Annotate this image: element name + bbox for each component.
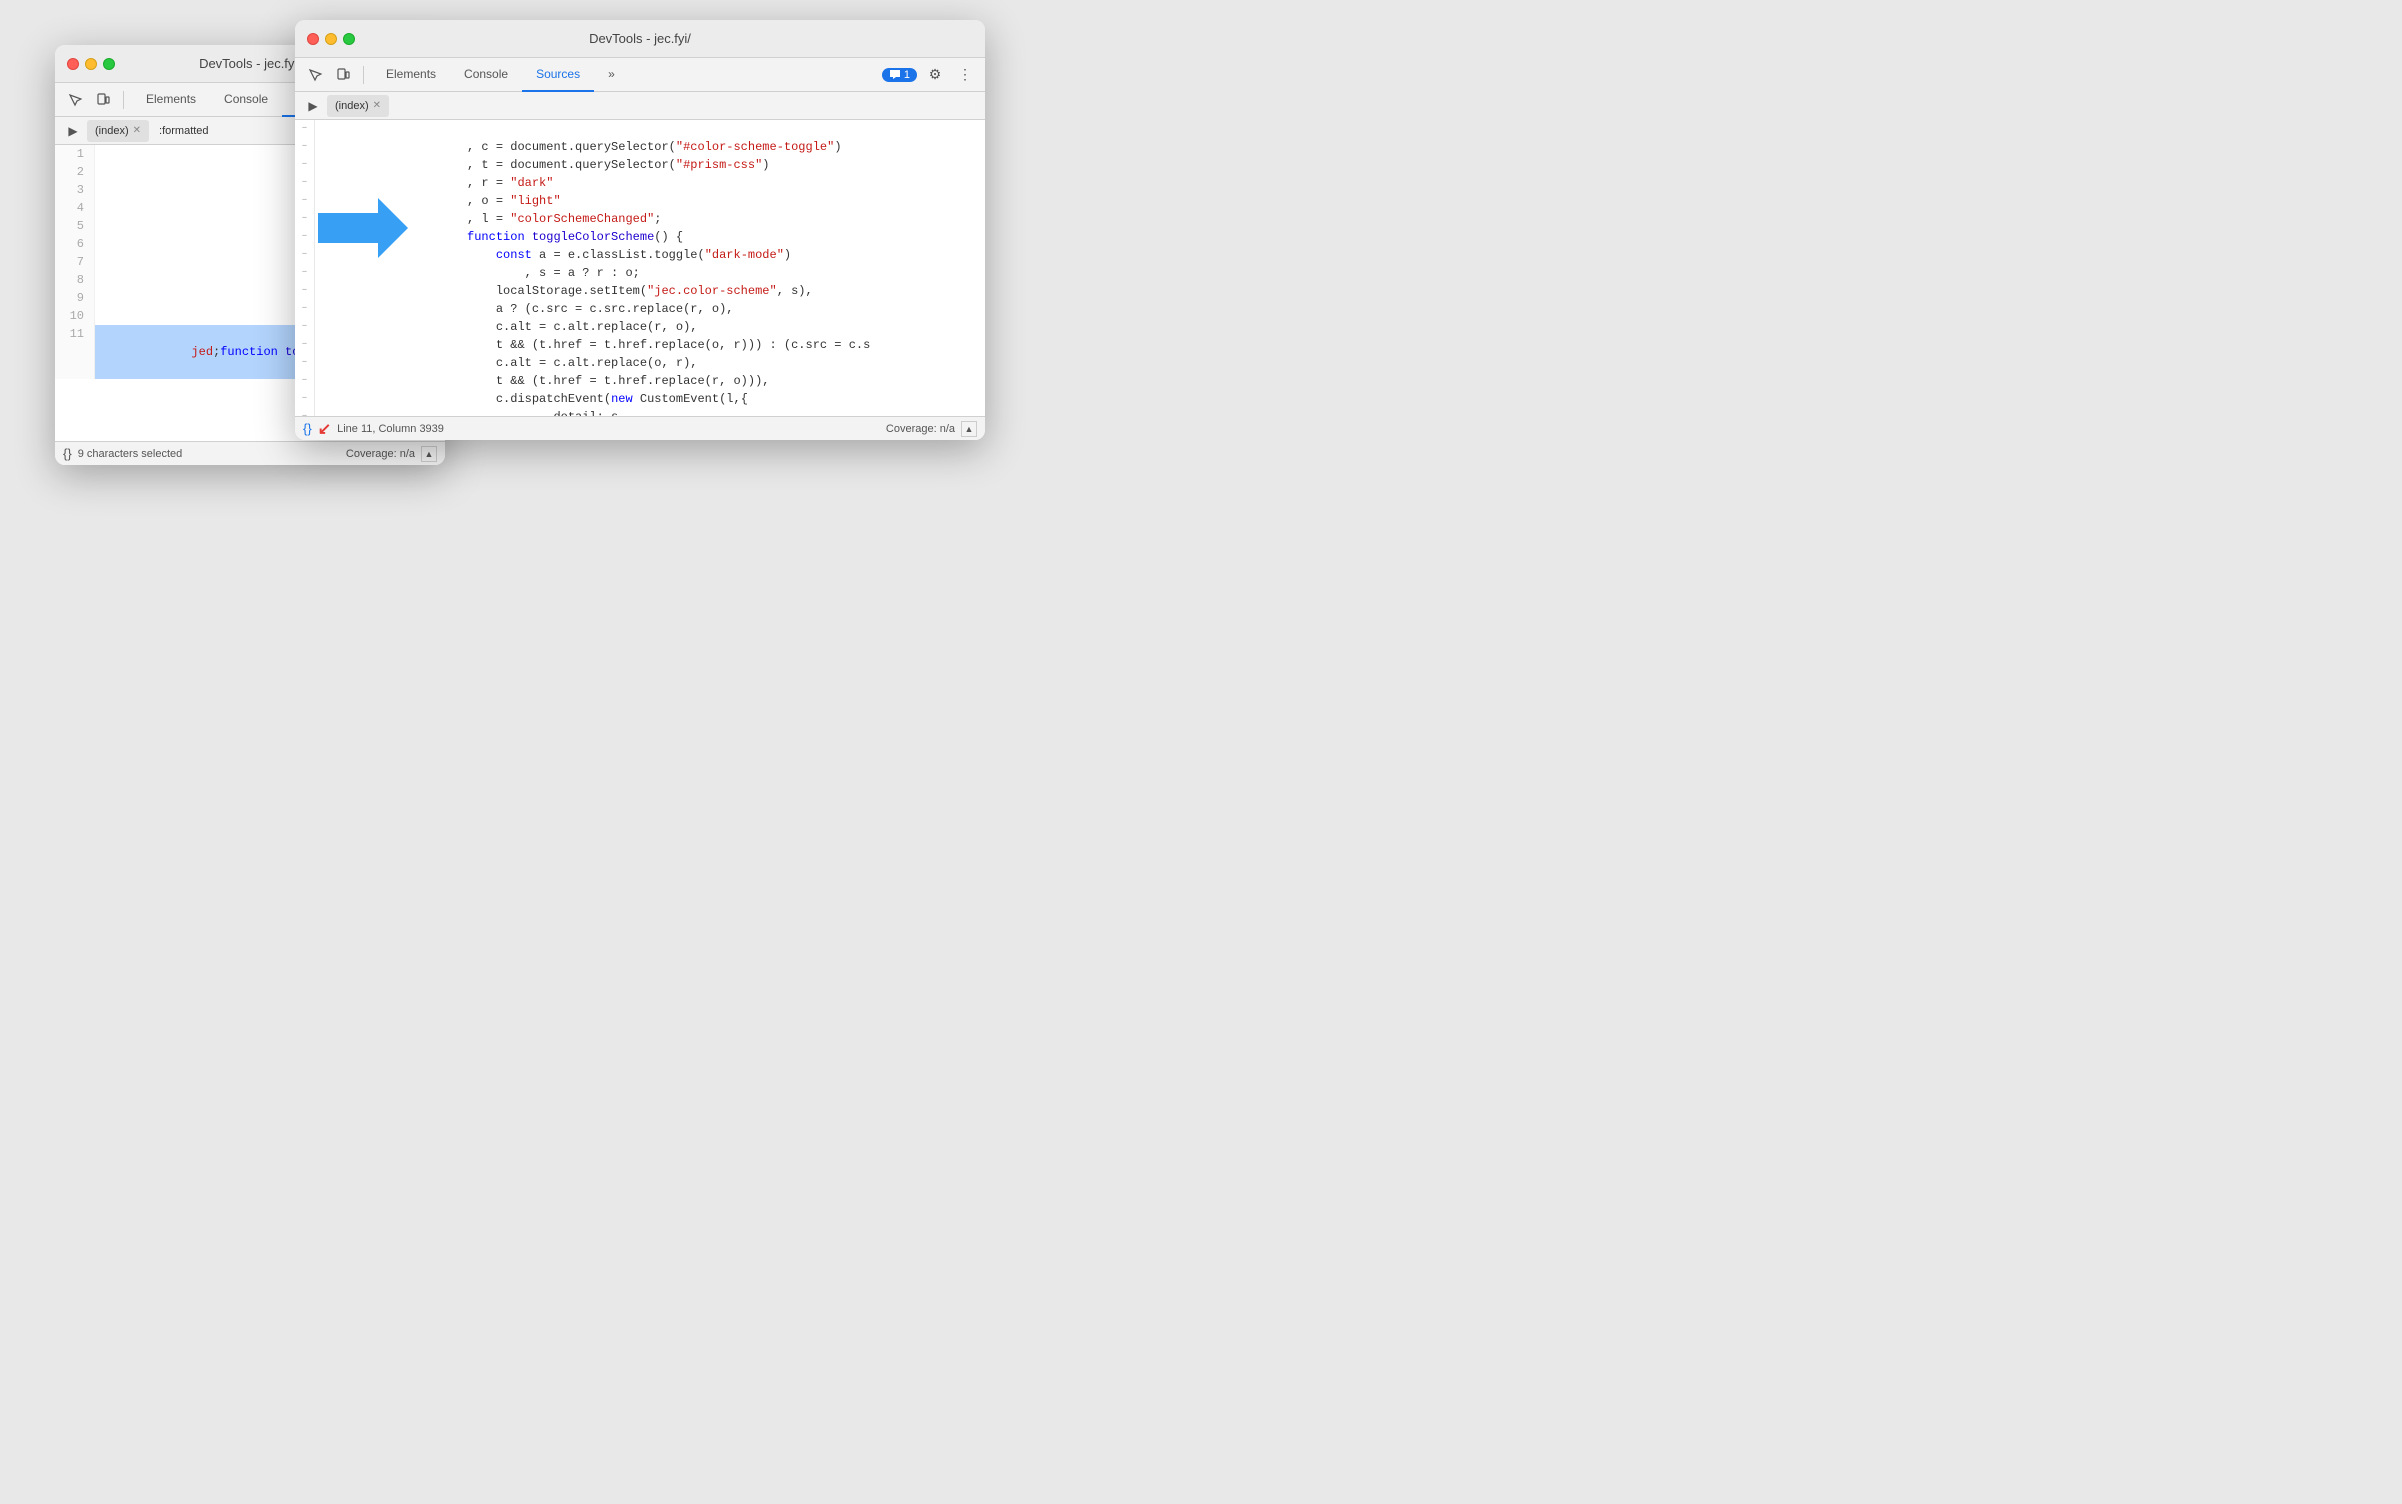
file-tabs-2: ▶ (index) ✕ bbox=[295, 92, 985, 120]
scroll-up-2[interactable]: ▲ bbox=[961, 421, 977, 437]
file-tab-index-1[interactable]: (index) ✕ bbox=[87, 120, 149, 142]
tab-elements-2[interactable]: Elements bbox=[372, 58, 450, 92]
gutter-line-3: – , r = "dark" bbox=[295, 156, 985, 174]
close-button-2[interactable] bbox=[307, 33, 319, 45]
coverage-2: Coverage: n/a bbox=[886, 423, 955, 435]
comment-badge[interactable]: 1 bbox=[882, 68, 917, 82]
traffic-lights-2 bbox=[307, 33, 355, 45]
status-bar-2: {} ↙ Line 11, Column 3939 Coverage: n/a … bbox=[295, 416, 985, 440]
gutter-line-14: – t && (t.href = t.href.replace(r, o))), bbox=[295, 354, 985, 372]
tab-more-2[interactable]: » bbox=[594, 58, 629, 92]
tab-console-2[interactable]: Console bbox=[450, 58, 522, 92]
file-tab-formatted-1[interactable]: :formatted bbox=[151, 120, 217, 142]
pretty-print-icon-1[interactable]: {} bbox=[63, 446, 72, 461]
gutter-line-15: – c.dispatchEvent(new CustomEvent(l,{ bbox=[295, 372, 985, 390]
status-text-1: 9 characters selected bbox=[78, 448, 183, 460]
tab-console-1[interactable]: Console bbox=[210, 83, 282, 117]
inspect-icon-1[interactable] bbox=[63, 88, 87, 112]
toolbar-sep-1 bbox=[123, 91, 124, 109]
status-bar-1: {} 9 characters selected Coverage: n/a ▲ bbox=[55, 441, 445, 465]
coverage-1: Coverage: n/a bbox=[346, 448, 415, 460]
sidebar-toggle-2[interactable]: ▶ bbox=[301, 94, 325, 118]
window-title-1: DevTools - jec.fyi/ bbox=[199, 56, 301, 71]
pretty-print-icon-2[interactable]: {} bbox=[303, 421, 312, 436]
device-icon-1[interactable] bbox=[91, 88, 115, 112]
titlebar-2: DevTools - jec.fyi/ bbox=[295, 20, 985, 58]
toolbar-right-2: 1 ⚙ ⋮ bbox=[882, 63, 977, 87]
sources-panel-2: ▶ (index) ✕ – , c = document.querySelect… bbox=[295, 92, 985, 440]
gutter-line-1: – , c = document.querySelector("#color-s… bbox=[295, 120, 985, 138]
maximize-button-2[interactable] bbox=[343, 33, 355, 45]
gutter-line-4: – , o = "light" bbox=[295, 174, 985, 192]
scroll-up-1[interactable]: ▲ bbox=[421, 446, 437, 462]
tab-bar-2: Elements Console Sources » bbox=[372, 58, 629, 92]
minimize-button-2[interactable] bbox=[325, 33, 337, 45]
minimize-button-1[interactable] bbox=[85, 58, 97, 70]
status-position-2: Line 11, Column 3939 bbox=[337, 423, 444, 435]
inspect-icon-2[interactable] bbox=[303, 63, 327, 87]
gutter-line-17: – })) bbox=[295, 408, 985, 416]
device-icon-2[interactable] bbox=[331, 63, 355, 87]
gutter-line-11: – c.alt = c.alt.replace(r, o), bbox=[295, 300, 985, 318]
code-editor-2[interactable]: – , c = document.querySelector("#color-s… bbox=[295, 120, 985, 416]
traffic-lights-1 bbox=[67, 58, 115, 70]
gutter-line-10: – a ? (c.src = c.src.replace(r, o), bbox=[295, 282, 985, 300]
gutter-line-12: – t && (t.href = t.href.replace(o, r))) … bbox=[295, 318, 985, 336]
window-title-2: DevTools - jec.fyi/ bbox=[589, 31, 691, 46]
gutter-line-16: – detail: s bbox=[295, 390, 985, 408]
close-tab-index-1[interactable]: ✕ bbox=[133, 125, 141, 136]
settings-icon-2[interactable]: ⚙ bbox=[923, 63, 947, 87]
sidebar-toggle-1[interactable]: ▶ bbox=[61, 119, 85, 143]
blue-arrow bbox=[318, 198, 408, 263]
close-tab-index-2[interactable]: ✕ bbox=[373, 100, 381, 111]
file-tab-index-2[interactable]: (index) ✕ bbox=[327, 95, 389, 117]
toolbar-sep-2 bbox=[363, 66, 364, 84]
close-button-1[interactable] bbox=[67, 58, 79, 70]
gutter-line-2: – , t = document.querySelector("#prism-c… bbox=[295, 138, 985, 156]
more-icon-2[interactable]: ⋮ bbox=[953, 63, 977, 87]
tab-sources-2[interactable]: Sources bbox=[522, 58, 594, 92]
gutter-line-9: – localStorage.setItem("jec.color-scheme… bbox=[295, 264, 985, 282]
tab-elements-1[interactable]: Elements bbox=[132, 83, 210, 117]
gutter-line-13: – c.alt = c.alt.replace(o, r), bbox=[295, 336, 985, 354]
red-arrow-indicator: ↙ bbox=[318, 419, 331, 439]
code-area-2: ▶ (index) ✕ – , c = document.querySelect… bbox=[295, 92, 985, 440]
maximize-button-1[interactable] bbox=[103, 58, 115, 70]
devtools-toolbar-2: Elements Console Sources » 1 ⚙ ⋮ bbox=[295, 58, 985, 92]
